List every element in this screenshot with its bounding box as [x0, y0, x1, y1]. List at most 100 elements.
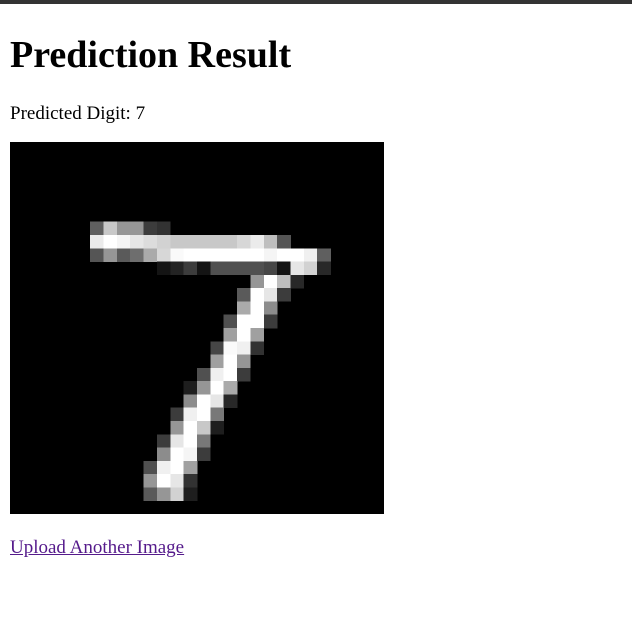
- upload-another-image-link[interactable]: Upload Another Image: [10, 536, 184, 560]
- digit-pixel: [263, 301, 278, 315]
- prediction-line: Predicted Digit: 7: [10, 102, 384, 126]
- digit-pixel: [210, 394, 224, 408]
- predicted-digit: 7: [135, 103, 146, 124]
- digit-pixel: [197, 407, 211, 422]
- digit-pixel: [170, 447, 184, 462]
- digit-pixel: [303, 248, 318, 262]
- digit-pixel: [156, 235, 171, 249]
- digit-pixel: [210, 354, 224, 369]
- digit-pixel: [130, 248, 144, 262]
- digit-pixel: [210, 367, 224, 382]
- digit-pixel: [250, 301, 265, 315]
- digit-pixel: [103, 221, 118, 236]
- digit-pixel: [223, 354, 238, 369]
- digit-pixel: [170, 235, 184, 249]
- digit-pixel: [183, 394, 198, 408]
- digit-pixel: [250, 328, 265, 342]
- digit-pixel: [277, 261, 291, 276]
- digit-pixel: [277, 274, 291, 289]
- digit-pixel: [277, 248, 291, 262]
- digit-pixel: [103, 235, 118, 249]
- digit-pixel: [156, 474, 171, 488]
- digit-pixel: [170, 474, 184, 488]
- digit-pixel: [263, 261, 278, 276]
- digit-pixel: [170, 248, 184, 262]
- digit-pixel: [143, 474, 158, 488]
- digit-pixel: [317, 248, 331, 262]
- digit-pixel: [197, 261, 211, 276]
- digit-pixel: [197, 381, 211, 395]
- digit-pixel: [223, 235, 238, 249]
- digit-pixel: [90, 235, 104, 249]
- digit-pixel: [223, 381, 238, 395]
- digit-pixel: [263, 288, 278, 302]
- digit-pixel: [263, 248, 278, 262]
- digit-pixel: [90, 248, 104, 262]
- digit-pixel: [210, 381, 224, 395]
- digit-pixel: [197, 367, 211, 382]
- digit-pixel: [170, 487, 184, 501]
- digit-pixel: [237, 261, 251, 276]
- digit-pixel: [223, 394, 238, 408]
- digit-pixel: [197, 394, 211, 408]
- digit-pixel: [223, 314, 238, 329]
- digit-pixel: [143, 248, 158, 262]
- digit-pixel: [183, 248, 198, 262]
- digit-pixel: [263, 314, 278, 329]
- digit-pixel: [223, 341, 238, 355]
- digit-pixel: [130, 221, 144, 236]
- digit-pixel: [277, 235, 291, 249]
- digit-pixel: [183, 381, 198, 395]
- digit-pixel: [237, 367, 251, 382]
- digit-pixel: [170, 407, 184, 422]
- digit-pixel: [156, 261, 171, 276]
- digit-pixel: [156, 447, 171, 462]
- digit-pixel: [183, 487, 198, 501]
- digit-pixel: [277, 288, 291, 302]
- digit-pixel: [250, 235, 265, 249]
- digit-pixel: [237, 328, 251, 342]
- digit-pixel: [290, 261, 305, 276]
- prediction-label: Predicted Digit:: [10, 103, 131, 124]
- digit-pixel: [210, 261, 224, 276]
- digit-pixel: [183, 261, 198, 276]
- digit-pixel: [90, 221, 104, 236]
- digit-pixel: [156, 221, 171, 236]
- digit-pixel: [170, 434, 184, 448]
- digit-pixel: [170, 460, 184, 475]
- digit-pixel: [250, 274, 265, 289]
- digit-pixel: [197, 447, 211, 462]
- digit-pixel: [143, 221, 158, 236]
- digit-pixel: [197, 235, 211, 249]
- digit-pixel: [210, 407, 224, 422]
- digit-pixel: [170, 421, 184, 435]
- digit-pixel: [197, 248, 211, 262]
- digit-pixel: [103, 248, 118, 262]
- digit-pixel: [130, 235, 144, 249]
- digit-pixel: [197, 421, 211, 435]
- digit-pixel: [156, 487, 171, 501]
- digit-pixel: [116, 235, 131, 249]
- digit-pixel: [210, 421, 224, 435]
- digit-pixel: [223, 261, 238, 276]
- digit-image: [10, 142, 384, 514]
- digit-pixel: [223, 367, 238, 382]
- digit-pixel: [250, 248, 265, 262]
- digit-pixel: [210, 235, 224, 249]
- digit-pixel: [183, 235, 198, 249]
- digit-pixel: [237, 235, 251, 249]
- digit-pixel: [156, 460, 171, 475]
- digit-pixel: [143, 487, 158, 501]
- page-title: Prediction Result: [10, 34, 292, 76]
- digit-pixel: [183, 434, 198, 448]
- digit-pixel: [263, 235, 278, 249]
- digit-pixel: [143, 235, 158, 249]
- main-content: Prediction Result Predicted Digit: 7 Upl…: [10, 4, 384, 560]
- digit-pixel: [143, 460, 158, 475]
- digit-pixel: [170, 261, 184, 276]
- digit-pixel: [263, 274, 278, 289]
- digit-pixel: [317, 261, 331, 276]
- digit-pixel: [183, 460, 198, 475]
- digit-pixel: [237, 314, 251, 329]
- digit-pixel: [223, 328, 238, 342]
